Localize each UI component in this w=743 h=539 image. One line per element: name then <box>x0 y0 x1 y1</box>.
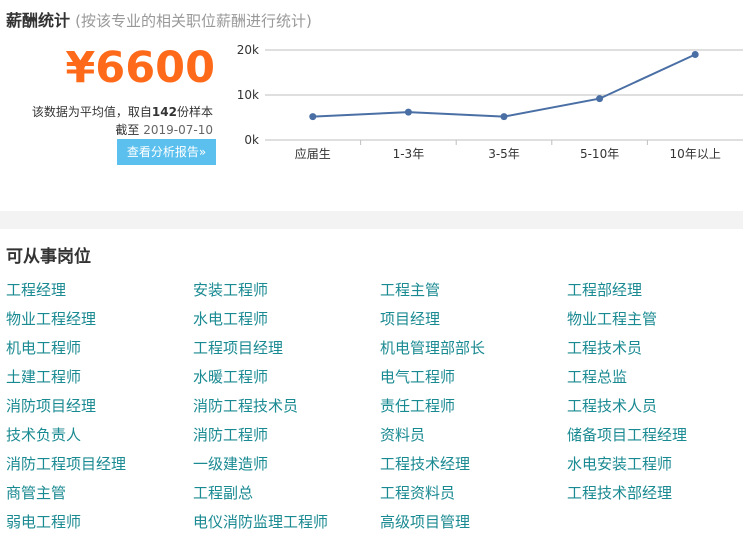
job-link[interactable]: 水暖工程师 <box>193 363 380 392</box>
data-point[interactable] <box>500 113 508 121</box>
job-link[interactable]: 储备项目工程经理 <box>567 421 743 450</box>
job-link[interactable]: 物业工程经理 <box>6 305 193 334</box>
series-line <box>312 53 696 118</box>
job-link[interactable]: 土建工程师 <box>6 363 193 392</box>
job-link[interactable]: 工程技术员 <box>567 334 743 363</box>
job-link[interactable]: 电气工程师 <box>380 363 567 392</box>
view-report-button[interactable]: 查看分析报告» <box>117 139 216 165</box>
job-link[interactable]: 消防工程技术员 <box>193 392 380 421</box>
job-link[interactable]: 工程项目经理 <box>193 334 380 363</box>
y-tick-label: 20k <box>237 43 259 57</box>
x-tick-label: 10年以上 <box>670 147 721 161</box>
data-point[interactable] <box>404 108 412 116</box>
data-point[interactable] <box>309 113 317 121</box>
job-link[interactable]: 项目经理 <box>380 305 567 334</box>
job-link[interactable]: 工程经理 <box>6 276 193 305</box>
jobs-grid: 工程经理 安装工程师 工程主管 工程部经理 物业工程经理 水电工程师 项目经理 物业工程主管机… <box>6 276 743 537</box>
jobs-section-title: 可从事岗位 <box>6 247 91 267</box>
job-link[interactable]: 工程总监 <box>567 363 743 392</box>
job-link[interactable]: 商管主管 <box>6 479 193 508</box>
job-link[interactable]: 工程资料员 <box>380 479 567 508</box>
y-tick-label: 10k <box>237 88 259 102</box>
job-link[interactable]: 工程部经理 <box>567 276 743 305</box>
salary-title: 薪酬统计 <box>6 11 71 30</box>
job-link[interactable]: 工程技术部经理 <box>567 479 743 508</box>
job-link[interactable]: 弱电工程师 <box>6 508 193 537</box>
job-link[interactable]: 机电管理部部长 <box>380 334 567 363</box>
data-point[interactable] <box>691 51 699 58</box>
salary-line-chart: 0k 10k 20k 应届生 1-3年 3-5年 5-10年 10年以上 <box>237 43 743 161</box>
x-tick-label: 1-3年 <box>393 147 425 161</box>
x-tick-label: 5-10年 <box>580 147 619 161</box>
salary-section-title: 薪酬统计 (按该专业的相关职位薪酬进行统计) <box>6 7 312 31</box>
job-link[interactable]: 机电工程师 <box>6 334 193 363</box>
sample-note-prefix: 该数据为平均值，取自 <box>31 105 152 119</box>
job-link[interactable]: 消防项目经理 <box>6 392 193 421</box>
job-link[interactable]: 工程技术人员 <box>567 392 743 421</box>
sample-count: 142 <box>151 105 177 119</box>
average-salary: ¥6600 <box>65 43 215 93</box>
job-link[interactable]: 技术负责人 <box>6 421 193 450</box>
job-link[interactable]: 工程主管 <box>380 276 567 305</box>
job-link[interactable]: 工程技术经理 <box>380 450 567 479</box>
date-note: 截至 2019-07-10 <box>115 121 213 138</box>
section-divider <box>0 211 743 229</box>
date-value: 2019-07-10 <box>143 123 213 137</box>
job-link[interactable]: 资料员 <box>380 421 567 450</box>
data-point[interactable] <box>596 95 604 103</box>
y-tick-label: 0k <box>244 133 259 147</box>
job-link[interactable]: 消防工程师 <box>193 421 380 450</box>
job-link[interactable]: 水电安装工程师 <box>567 450 743 479</box>
sample-note-suffix: 份样本 <box>176 105 213 119</box>
job-link[interactable]: 水电工程师 <box>193 305 380 334</box>
x-tick-label: 3-5年 <box>488 147 520 161</box>
job-link[interactable]: 工程副总 <box>193 479 380 508</box>
date-label: 截至 <box>115 123 140 137</box>
salary-subtitle: (按该专业的相关职位薪酬进行统计) <box>75 12 312 30</box>
job-link[interactable]: 安装工程师 <box>193 276 380 305</box>
job-link[interactable]: 高级项目管理 <box>380 508 567 537</box>
job-link[interactable]: 电仪消防监理工程师 <box>193 508 380 537</box>
job-link[interactable]: 物业工程主管 <box>567 305 743 334</box>
x-tick-label: 应届生 <box>295 146 331 161</box>
job-link[interactable]: 消防工程项目经理 <box>6 450 193 479</box>
sample-note: 该数据为平均值，取自142份样本 <box>32 103 213 120</box>
job-link[interactable]: 一级建造师 <box>193 450 380 479</box>
job-link[interactable]: 责任工程师 <box>380 392 567 421</box>
